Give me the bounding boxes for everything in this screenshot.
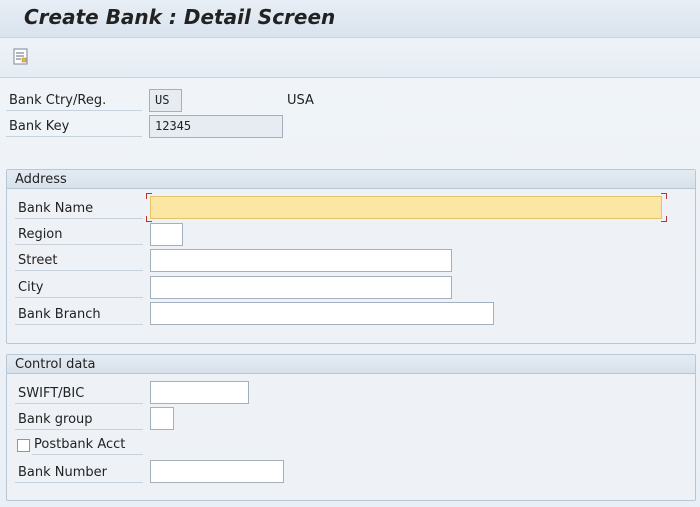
- city-label: City: [15, 278, 143, 298]
- focus-corner: [661, 216, 667, 222]
- bank-name-label: Bank Name: [15, 199, 143, 219]
- street-field[interactable]: [150, 249, 452, 272]
- bank-number-label: Bank Number: [15, 463, 143, 483]
- bank-group-label: Bank group: [15, 410, 143, 430]
- region-label: Region: [15, 225, 143, 245]
- bank-number-field[interactable]: [150, 460, 284, 483]
- bank-branch-field[interactable]: [150, 302, 494, 325]
- control-data-group: Control data SWIFT/BIC Bank group Postba…: [6, 354, 696, 501]
- focus-corner: [146, 193, 152, 199]
- bank-key-field[interactable]: 12345: [149, 115, 283, 138]
- swift-bic-field[interactable]: [150, 381, 249, 404]
- street-label: Street: [15, 251, 143, 271]
- page-title: Create Bank : Detail Screen: [24, 5, 336, 29]
- bank-ctry-field[interactable]: US: [149, 89, 182, 112]
- details-button[interactable]: [10, 46, 32, 68]
- bank-name-field[interactable]: [150, 196, 662, 219]
- region-field[interactable]: [150, 223, 183, 246]
- city-field[interactable]: [150, 276, 452, 299]
- focus-corner: [146, 216, 152, 222]
- bank-branch-label: Bank Branch: [15, 305, 143, 325]
- bank-key-label: Bank Key: [6, 117, 142, 137]
- postbank-acct-label: Postbank Acct: [32, 435, 143, 455]
- details-icon: [13, 48, 28, 65]
- control-data-group-title: Control data: [7, 355, 695, 374]
- title-bar: Create Bank : Detail Screen: [0, 0, 700, 38]
- bank-ctry-label: Bank Ctry/Reg.: [6, 91, 142, 111]
- focus-corner: [661, 193, 667, 199]
- address-group-title: Address: [7, 170, 695, 189]
- bank-group-field[interactable]: [150, 407, 174, 430]
- swift-bic-label: SWIFT/BIC: [15, 384, 143, 404]
- application-toolbar: [0, 38, 700, 78]
- bank-ctry-description: USA: [287, 93, 314, 108]
- postbank-acct-checkbox[interactable]: [17, 439, 30, 452]
- address-group: Address Bank Name Region Street City Ban…: [6, 169, 696, 344]
- detail-screen-content: Bank Ctry/Reg. US USA Bank Key 12345 Add…: [0, 79, 700, 507]
